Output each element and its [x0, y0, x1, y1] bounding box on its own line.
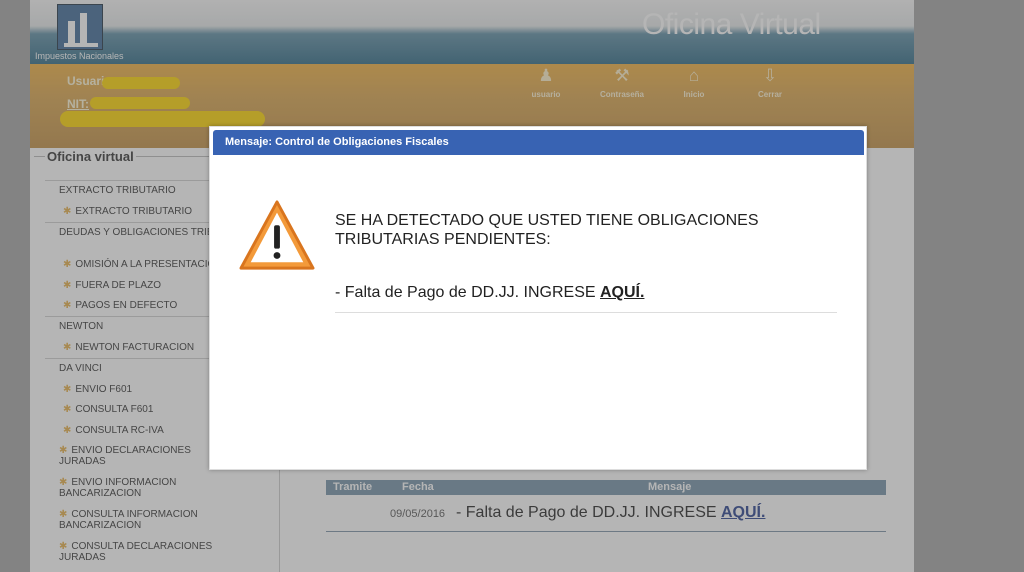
modal-aqui-link[interactable]: AQUÍ. [600, 284, 644, 301]
modal-header: Mensaje: Control de Obligaciones Fiscale… [213, 130, 864, 155]
modal-title: Mensaje: Control de Obligaciones Fiscale… [225, 136, 449, 148]
modal-item-text: - Falta de Pago de DD.JJ. INGRESE [335, 284, 596, 301]
obligations-modal: Mensaje: Control de Obligaciones Fiscale… [209, 126, 867, 470]
warning-icon [239, 200, 315, 270]
modal-message: SE HA DETECTADO QUE USTED TIENE OBLIGACI… [335, 212, 759, 248]
modal-item: - Falta de Pago de DD.JJ. INGRESE AQUÍ. [335, 284, 837, 313]
